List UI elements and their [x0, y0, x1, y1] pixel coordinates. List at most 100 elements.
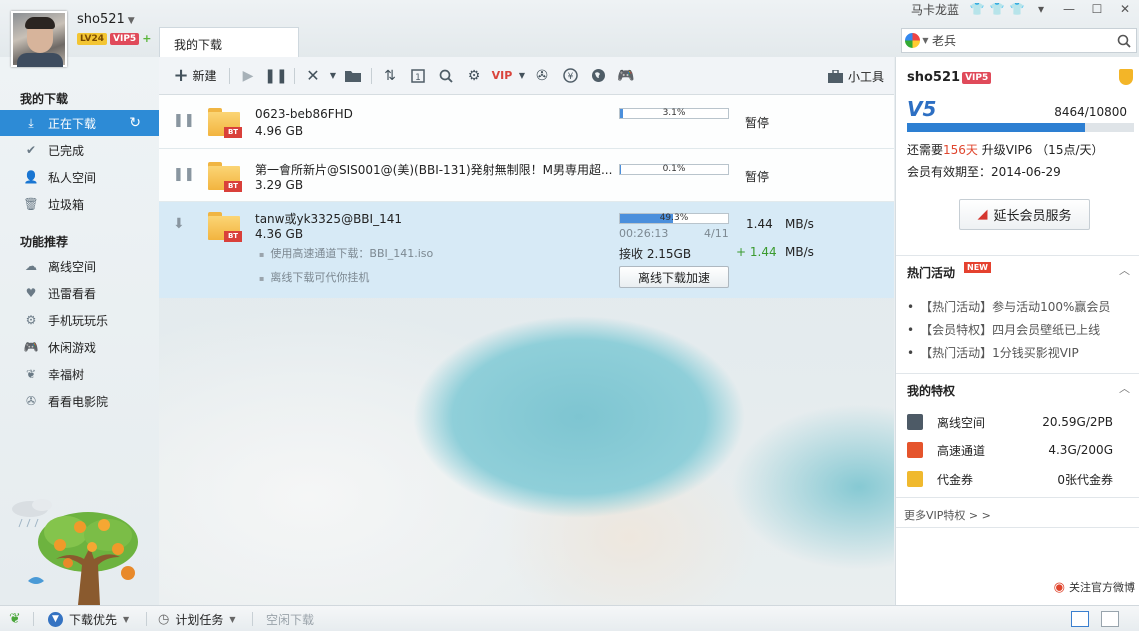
tab-my-downloads[interactable]: 我的下载 — [159, 27, 299, 57]
sidebar-item-cinema[interactable]: ✇ 看看电影院 — [0, 388, 159, 414]
task-status: 暂停 — [745, 116, 770, 130]
view-mini-button[interactable] — [1101, 611, 1119, 627]
vip-level-mark: V5 — [907, 97, 937, 121]
privilege-item[interactable]: 高速通道 4.3G/200G — [907, 440, 1127, 460]
check-icon: ✔ — [25, 143, 37, 157]
download-row[interactable]: ❚❚ BT 第一會所新片@SIS001@(美)(BBI-131)発射無制限！M男… — [159, 149, 894, 201]
vip-badge[interactable]: VIP5 — [110, 32, 140, 45]
view-list-button[interactable] — [1071, 611, 1089, 627]
skin-name[interactable]: 马卡龙蓝 — [911, 1, 959, 18]
search-input[interactable] — [932, 33, 1112, 48]
search-icon[interactable] — [1112, 29, 1136, 53]
section-title-my-downloads: 我的下载 — [20, 92, 69, 106]
new-task-button[interactable]: + 新建 — [159, 57, 225, 95]
gear-icon[interactable]: ⚙ — [460, 57, 488, 95]
maximize-button[interactable]: ☐ — [1083, 0, 1111, 18]
task-status: 暂停 — [745, 170, 770, 184]
task-size: 3.29 GB — [255, 178, 304, 192]
happy-tree-image[interactable] — [8, 497, 158, 605]
play-button[interactable]: ▶ — [234, 57, 262, 95]
download-row[interactable]: ⬇ BT tanw或yk3325@BBI_141 4.36 GB 使用高速通道下… — [159, 202, 894, 298]
follow-weibo-link[interactable]: ◉ 关注官方微博 — [1054, 579, 1135, 595]
shirt-icon[interactable]: 👕 — [967, 0, 987, 18]
sidebar-item-mobile[interactable]: ⚙ 手机玩玩乐 — [0, 307, 159, 333]
film-icon: ✇ — [25, 394, 37, 408]
download-arrow-icon[interactable]: ⬇ — [173, 216, 185, 232]
task-name: 第一會所新片@SIS001@(美)(BBI-131)発射無制限！M男専用超... — [255, 163, 613, 177]
small-tools-button[interactable]: 小工具 — [827, 57, 884, 95]
chevron-up-icon[interactable]: ︿ — [1119, 262, 1130, 278]
my-privileges-header[interactable]: 我的特权 ︿ — [896, 373, 1139, 399]
gamepad-icon[interactable]: 🎮 — [612, 57, 640, 95]
activity-link[interactable]: 【热门活动】1分钱买影视VIP — [907, 344, 1079, 361]
pause-button[interactable]: ❚❚ — [262, 57, 290, 95]
rocket-icon — [907, 442, 923, 458]
chevron-down-icon[interactable]: ▼ — [516, 57, 528, 95]
shirt-icon[interactable]: 👕 — [987, 0, 1007, 18]
chevron-down-icon[interactable]: ▼ — [327, 57, 339, 95]
sidebar-item-xunlei-kankan[interactable]: ♥ 迅雷看看 — [0, 280, 159, 306]
priority-icon[interactable]: 1 — [404, 57, 432, 95]
leaf-icon[interactable]: ❦ — [9, 611, 21, 627]
idle-download-toggle[interactable]: 空闲下载 — [266, 611, 314, 628]
shield-icon[interactable] — [1119, 69, 1133, 85]
sidebar-item-completed[interactable]: ✔ 已完成 — [0, 137, 159, 163]
sidebar: 我的下载 ⤓ 正在下载 ↻ ✔ 已完成 👤 私人空间 🗑 垃圾箱 功能推荐 ☁ … — [0, 57, 166, 605]
minimize-button[interactable]: — — [1055, 0, 1083, 18]
gear-icon: ⚙ — [25, 313, 37, 327]
avatar[interactable] — [11, 11, 67, 67]
bt-folder-icon: BT — [208, 212, 242, 242]
sort-icon[interactable]: ⇅ — [376, 57, 404, 95]
sidebar-item-offline-space[interactable]: ☁ 离线空间 — [0, 253, 159, 279]
svg-text:1: 1 — [415, 73, 421, 83]
menu-icon[interactable]: ▾ — [1027, 0, 1055, 18]
section-title-features: 功能推荐 — [20, 235, 69, 249]
folder-icon[interactable] — [339, 57, 367, 95]
coin-icon[interactable]: ¥ — [556, 57, 584, 95]
delete-button[interactable]: ✕ — [299, 57, 327, 95]
search-engine-selector[interactable]: ▼ — [902, 33, 932, 48]
hot-activities-header[interactable]: 热门活动 NEW ︿ — [896, 255, 1139, 281]
progress-bar: 49.3% — [619, 213, 729, 224]
vip-icon[interactable]: VIP — [488, 57, 516, 95]
scheduled-tasks-menu[interactable]: ◷ 计划任务 ▼ — [158, 611, 236, 628]
speed-unit: MB/s — [785, 217, 814, 231]
offline-accelerate-button[interactable]: 离线下载加速 — [619, 266, 729, 288]
vip-badge: VIP5 — [962, 71, 992, 84]
sidebar-item-downloading[interactable]: ⤓ 正在下载 ↻ — [0, 110, 166, 136]
user-icon: 👤 — [23, 170, 39, 184]
download-priority-menu[interactable]: ▼ 下载优先 ▼ — [48, 611, 129, 628]
username[interactable]: sho521 ▼ — [77, 12, 135, 27]
sidebar-item-games[interactable]: 🎮 休闲游戏 — [0, 334, 159, 360]
search-icon[interactable] — [432, 57, 460, 95]
task-size: 4.36 GB — [255, 227, 304, 241]
speed-unit: MB/s — [785, 245, 814, 259]
activity-link[interactable]: 【热门活动】参与活动100%赢会员 — [907, 298, 1110, 315]
plus-icon: + — [173, 65, 189, 86]
shirt-icon[interactable]: 👕 — [1007, 0, 1027, 18]
level-badge[interactable]: LV24 — [77, 32, 107, 45]
vip-username[interactable]: sho521 VIP5 — [907, 70, 992, 85]
chevron-up-icon[interactable]: ︿ — [1119, 380, 1130, 396]
globe-icon[interactable] — [584, 57, 612, 95]
upgrade-info: 还需要156天 升级VIP6 （15点/天） — [907, 143, 1104, 157]
sidebar-item-private-space[interactable]: 👤 私人空间 — [0, 164, 159, 190]
title-bar: sho521 ▼ LV24 VIP5 + 马卡龙蓝 👕 👕 👕 ▾ — ☐ ✕ 我… — [0, 0, 1139, 67]
pause-icon[interactable]: ❚❚ — [173, 167, 195, 182]
pause-icon[interactable]: ❚❚ — [173, 113, 195, 128]
sidebar-item-trash[interactable]: 🗑 垃圾箱 — [0, 191, 159, 217]
trash-icon: 🗑 — [23, 197, 39, 211]
sidebar-item-happy-tree[interactable]: ❦ 幸福树 — [0, 361, 159, 387]
plus-icon[interactable]: + — [142, 32, 151, 45]
download-row[interactable]: ❚❚ BT 0623-beb86FHD 4.96 GB 3.1% 暂停 — [159, 95, 894, 148]
privilege-item[interactable]: 代金券 0张代金券 — [907, 469, 1127, 489]
activity-link[interactable]: 【会员特权】四月会员壁纸已上线 — [907, 321, 1100, 338]
user-badges: LV24 VIP5 + — [77, 32, 151, 45]
membership-expiry: 会员有效期至：2014-06-29 — [907, 165, 1061, 179]
renew-membership-button[interactable]: ◢ 延长会员服务 — [959, 199, 1090, 230]
accel-speed: + 1.44 — [736, 245, 777, 259]
privilege-item[interactable]: 离线空间 20.59G/2PB — [907, 412, 1127, 432]
more-vip-privileges-link[interactable]: 更多VIP特权 > > — [904, 507, 991, 523]
film-icon[interactable]: ✇ — [528, 57, 556, 95]
close-button[interactable]: ✕ — [1111, 0, 1139, 18]
